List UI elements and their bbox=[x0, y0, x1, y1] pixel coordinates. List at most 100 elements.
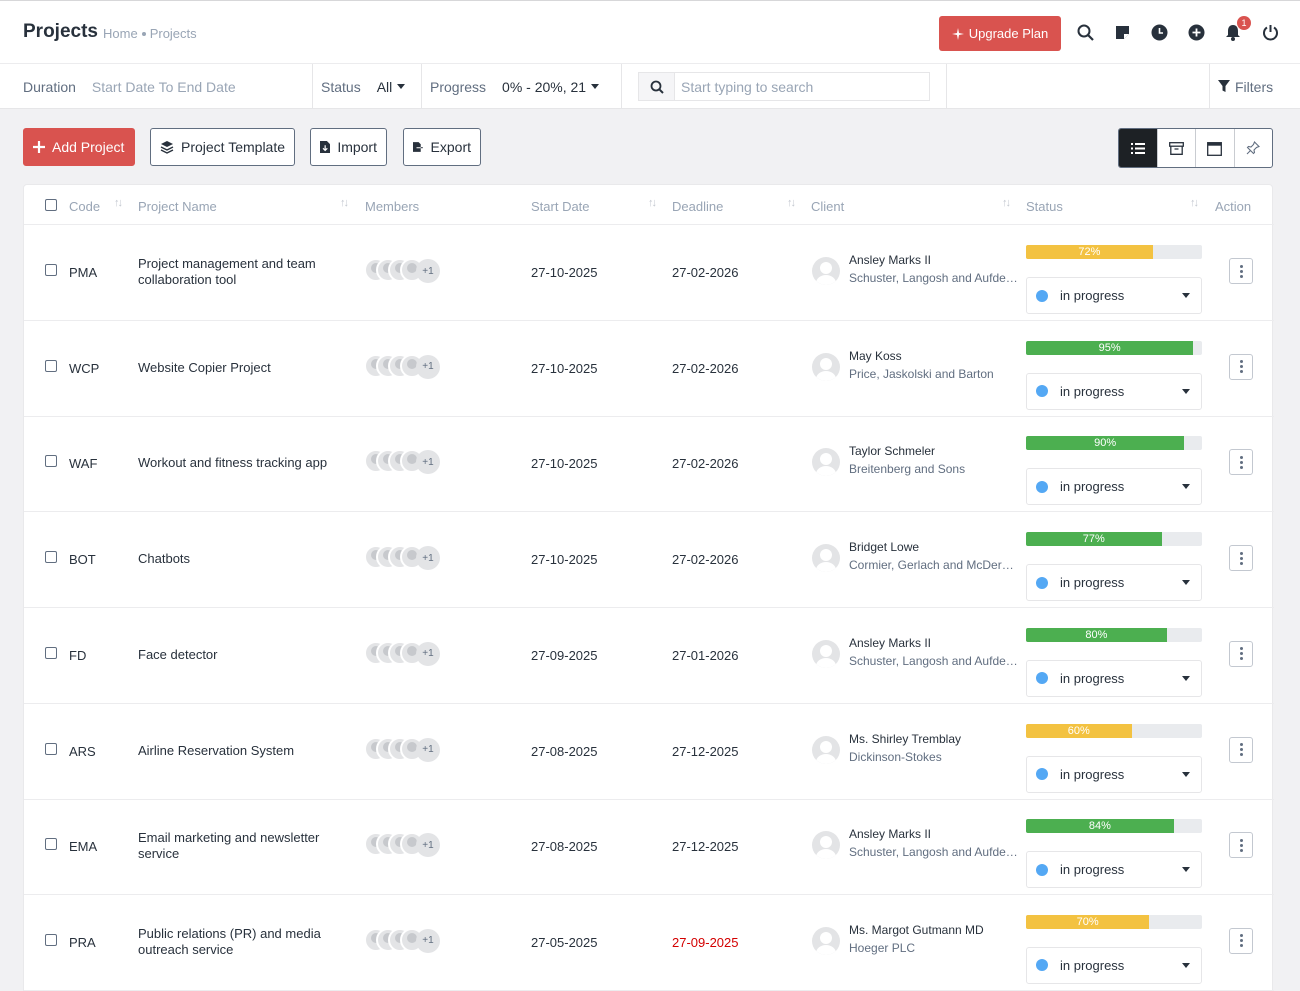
members-group[interactable]: +1 bbox=[364, 736, 444, 763]
client-name[interactable]: Ansley Marks II bbox=[849, 636, 931, 650]
pinned-view-button[interactable] bbox=[1235, 129, 1273, 167]
column-header-status[interactable]: Status bbox=[1026, 199, 1063, 214]
members-more-count[interactable]: +1 bbox=[416, 928, 440, 953]
project-name[interactable]: Workout and fitness tracking app bbox=[138, 455, 338, 471]
power-icon[interactable] bbox=[1259, 21, 1281, 43]
row-checkbox[interactable] bbox=[45, 264, 57, 276]
row-actions-button[interactable] bbox=[1229, 545, 1253, 572]
search-input[interactable] bbox=[675, 73, 929, 100]
project-name[interactable]: Airline Reservation System bbox=[138, 743, 338, 759]
project-name[interactable]: Website Copier Project bbox=[138, 360, 338, 376]
members-more-count[interactable]: +1 bbox=[416, 737, 440, 762]
client-avatar[interactable] bbox=[812, 448, 840, 477]
members-more-count[interactable]: +1 bbox=[416, 833, 440, 858]
members-group[interactable]: +1 bbox=[364, 353, 444, 380]
column-header-deadline[interactable]: Deadline bbox=[672, 199, 723, 214]
row-actions-button[interactable] bbox=[1229, 449, 1253, 476]
plus-circle-icon[interactable] bbox=[1185, 21, 1207, 43]
status-dropdown[interactable]: in progress bbox=[1026, 564, 1202, 602]
column-header-client[interactable]: Client bbox=[811, 199, 844, 214]
members-more-count[interactable]: +1 bbox=[416, 546, 440, 571]
project-name[interactable]: Face detector bbox=[138, 647, 338, 663]
row-checkbox[interactable] bbox=[45, 742, 57, 755]
status-dropdown[interactable]: in progress bbox=[1026, 468, 1202, 506]
row-checkbox[interactable] bbox=[45, 933, 57, 946]
column-header-start-date[interactable]: Start Date bbox=[531, 199, 590, 214]
duration-filter[interactable]: Duration Start Date To End Date bbox=[0, 64, 313, 109]
row-checkbox[interactable] bbox=[45, 646, 57, 659]
client-name[interactable]: Ms. Shirley Tremblay bbox=[849, 732, 961, 746]
members-group[interactable]: +1 bbox=[364, 640, 444, 667]
status-dropdown[interactable]: in progress bbox=[1026, 277, 1202, 314]
project-name[interactable]: Public relations (PR) and media outreach… bbox=[138, 926, 338, 958]
client-avatar[interactable] bbox=[812, 257, 840, 285]
members-group[interactable]: +1 bbox=[364, 832, 444, 858]
client-avatar[interactable] bbox=[812, 639, 840, 668]
members-more-count[interactable]: +1 bbox=[416, 641, 440, 666]
status-dropdown[interactable]: in progress bbox=[1026, 946, 1202, 984]
search-icon[interactable] bbox=[1074, 21, 1096, 43]
sort-icon[interactable]: ↑↓ bbox=[340, 197, 349, 209]
client-avatar[interactable] bbox=[812, 926, 840, 955]
members-more-count[interactable]: +1 bbox=[416, 354, 440, 379]
status-filter[interactable]: Status All bbox=[313, 64, 422, 109]
members-group[interactable]: +1 bbox=[364, 927, 444, 954]
members-more-count[interactable]: +1 bbox=[416, 450, 440, 475]
duration-value[interactable]: Start Date To End Date bbox=[92, 79, 236, 95]
status-dropdown[interactable]: in progress bbox=[1026, 755, 1202, 793]
members-group[interactable]: +1 bbox=[364, 449, 444, 475]
row-actions-button[interactable] bbox=[1229, 736, 1253, 763]
members-group[interactable]: +1 bbox=[364, 545, 444, 571]
row-actions-button[interactable] bbox=[1229, 927, 1253, 954]
status-dropdown[interactable]: in progress bbox=[1026, 851, 1202, 889]
column-header-project-name[interactable]: Project Name bbox=[138, 199, 217, 214]
import-button[interactable]: Import bbox=[310, 128, 387, 166]
filters-button[interactable]: Filters bbox=[1210, 64, 1300, 109]
status-dropdown[interactable]: in progress bbox=[1026, 659, 1202, 697]
project-template-button[interactable]: Project Template bbox=[150, 128, 295, 166]
progress-filter-value[interactable]: 0% - 20%, 21 bbox=[502, 79, 586, 95]
sort-icon[interactable]: ↑↓ bbox=[648, 197, 657, 209]
row-checkbox[interactable] bbox=[45, 551, 57, 564]
sort-icon[interactable]: ↑↓ bbox=[114, 197, 123, 209]
client-avatar[interactable] bbox=[812, 544, 840, 573]
archive-view-button[interactable] bbox=[1158, 129, 1196, 167]
breadcrumb-home[interactable]: Home bbox=[103, 26, 138, 41]
status-filter-value[interactable]: All bbox=[377, 79, 393, 95]
sort-icon[interactable]: ↑↓ bbox=[1190, 197, 1199, 209]
row-actions-button[interactable] bbox=[1229, 640, 1253, 667]
project-name[interactable]: Project management and team collaboratio… bbox=[138, 256, 338, 288]
select-all-checkbox[interactable] bbox=[45, 199, 57, 211]
client-avatar[interactable] bbox=[812, 735, 840, 764]
progress-filter[interactable]: Progress 0% - 20%, 21 bbox=[422, 64, 622, 109]
clock-icon[interactable] bbox=[1148, 21, 1170, 43]
members-group[interactable]: +1 bbox=[364, 258, 444, 284]
row-checkbox[interactable] bbox=[45, 838, 57, 851]
upgrade-plan-button[interactable]: Upgrade Plan bbox=[939, 16, 1061, 51]
sort-icon[interactable]: ↑↓ bbox=[1002, 197, 1011, 209]
row-actions-button[interactable] bbox=[1229, 832, 1253, 859]
row-actions-button[interactable] bbox=[1229, 258, 1253, 284]
client-avatar[interactable] bbox=[812, 831, 840, 860]
export-button[interactable]: Export bbox=[403, 128, 481, 166]
client-name[interactable]: May Koss bbox=[849, 349, 902, 363]
row-checkbox[interactable] bbox=[45, 359, 57, 372]
project-name[interactable]: Chatbots bbox=[138, 551, 338, 567]
client-name[interactable]: Ms. Margot Gutmann MD bbox=[849, 923, 984, 937]
add-project-button[interactable]: Add Project bbox=[23, 128, 135, 166]
members-more-count[interactable]: +1 bbox=[416, 259, 440, 283]
client-name[interactable]: Bridget Lowe bbox=[849, 540, 919, 554]
project-name[interactable]: Email marketing and newsletter service bbox=[138, 830, 338, 862]
client-avatar[interactable] bbox=[812, 352, 840, 381]
column-header-code[interactable]: Code bbox=[69, 199, 100, 214]
calendar-view-button[interactable] bbox=[1196, 129, 1235, 167]
client-name[interactable]: Ansley Marks II bbox=[849, 253, 931, 267]
client-name[interactable]: Ansley Marks II bbox=[849, 827, 931, 841]
list-view-button[interactable] bbox=[1119, 129, 1158, 167]
row-checkbox[interactable] bbox=[45, 455, 57, 468]
client-name[interactable]: Taylor Schmeler bbox=[849, 444, 935, 458]
status-dropdown[interactable]: in progress bbox=[1026, 372, 1202, 410]
row-actions-button[interactable] bbox=[1229, 353, 1253, 380]
sticky-note-icon[interactable] bbox=[1111, 21, 1133, 43]
sort-icon[interactable]: ↑↓ bbox=[787, 197, 796, 209]
